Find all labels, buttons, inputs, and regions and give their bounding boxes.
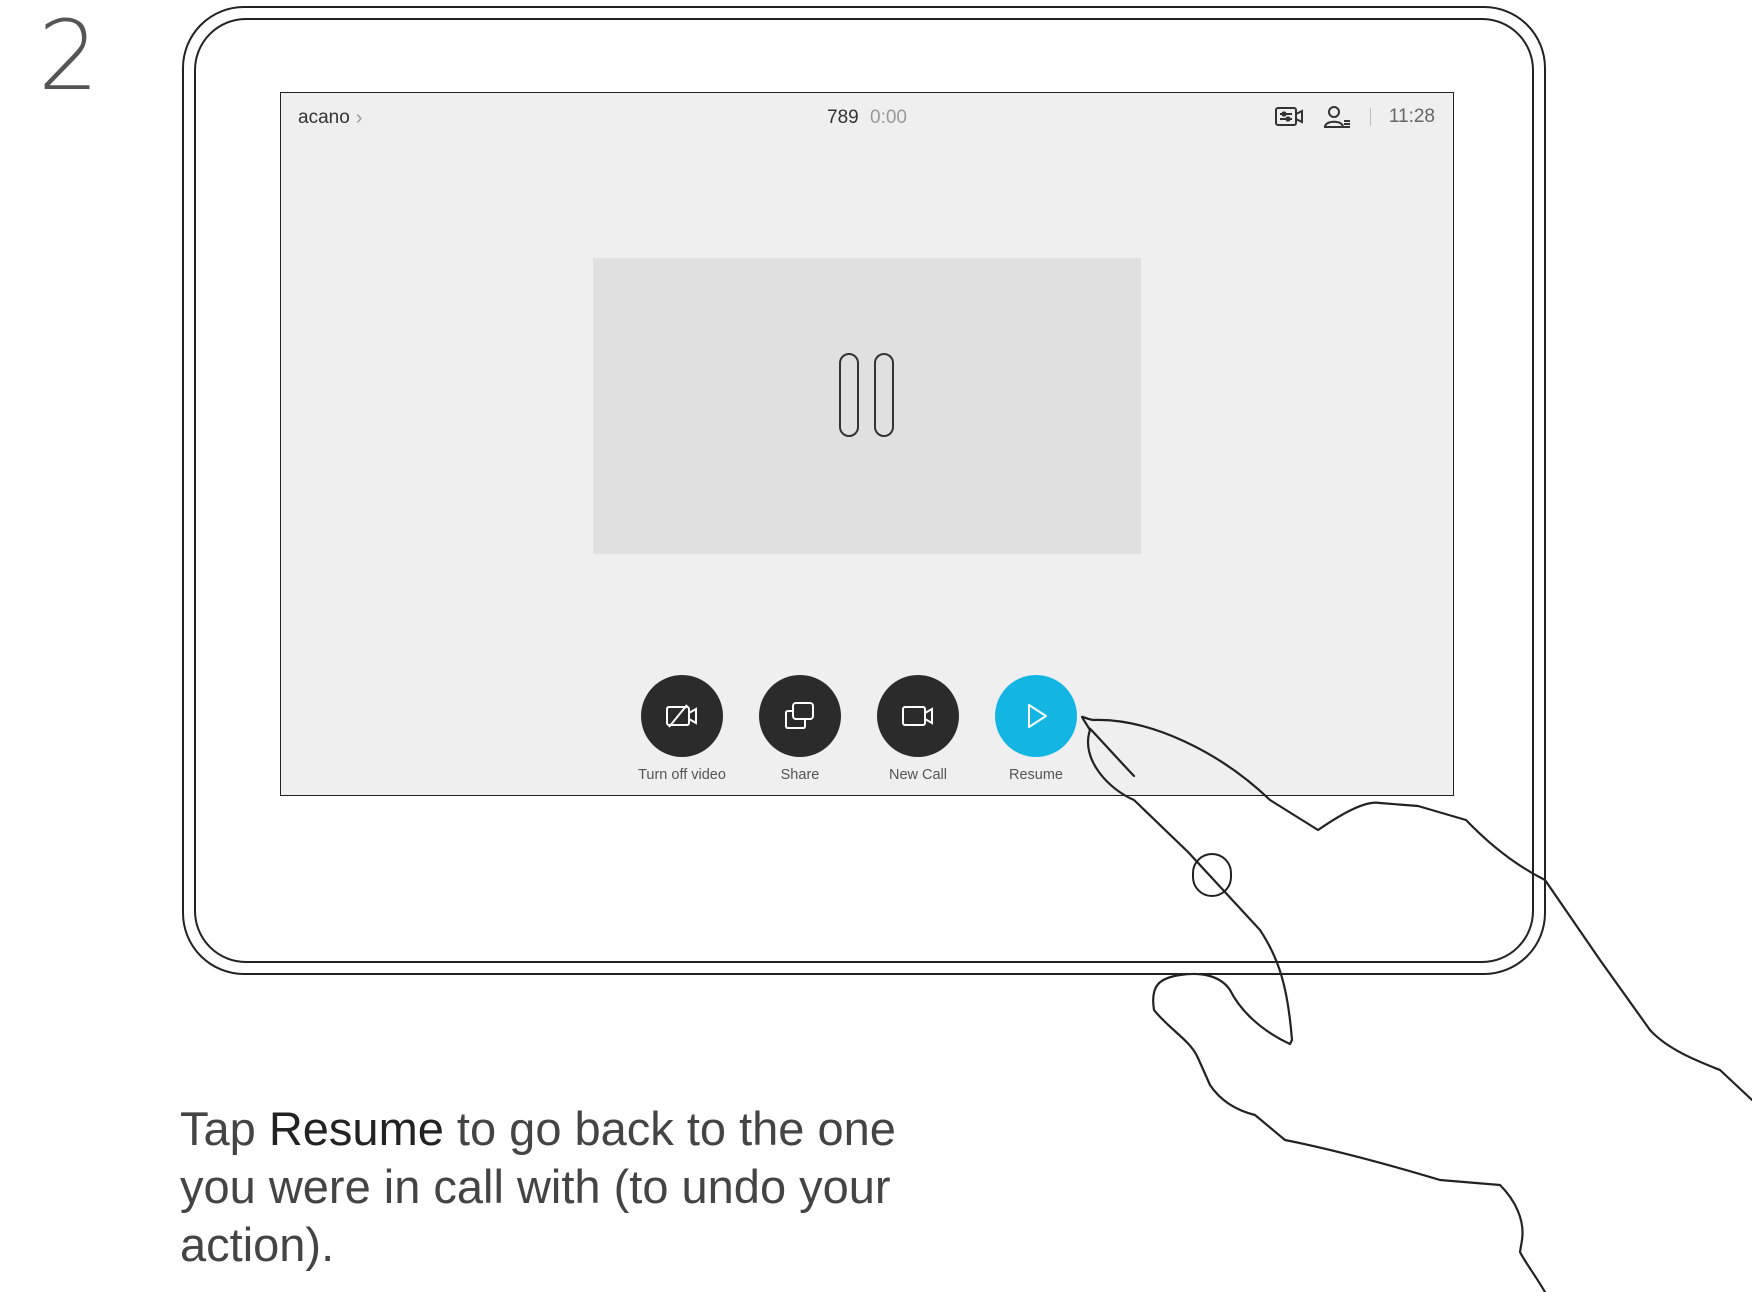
pointing-hand-illustration — [1081, 715, 1752, 1292]
instruction-prefix: Tap — [180, 1102, 256, 1155]
instruction-text: Tap Resume to go back to the one you wer… — [180, 1100, 960, 1274]
instruction-highlight: Resume — [268, 1102, 444, 1155]
